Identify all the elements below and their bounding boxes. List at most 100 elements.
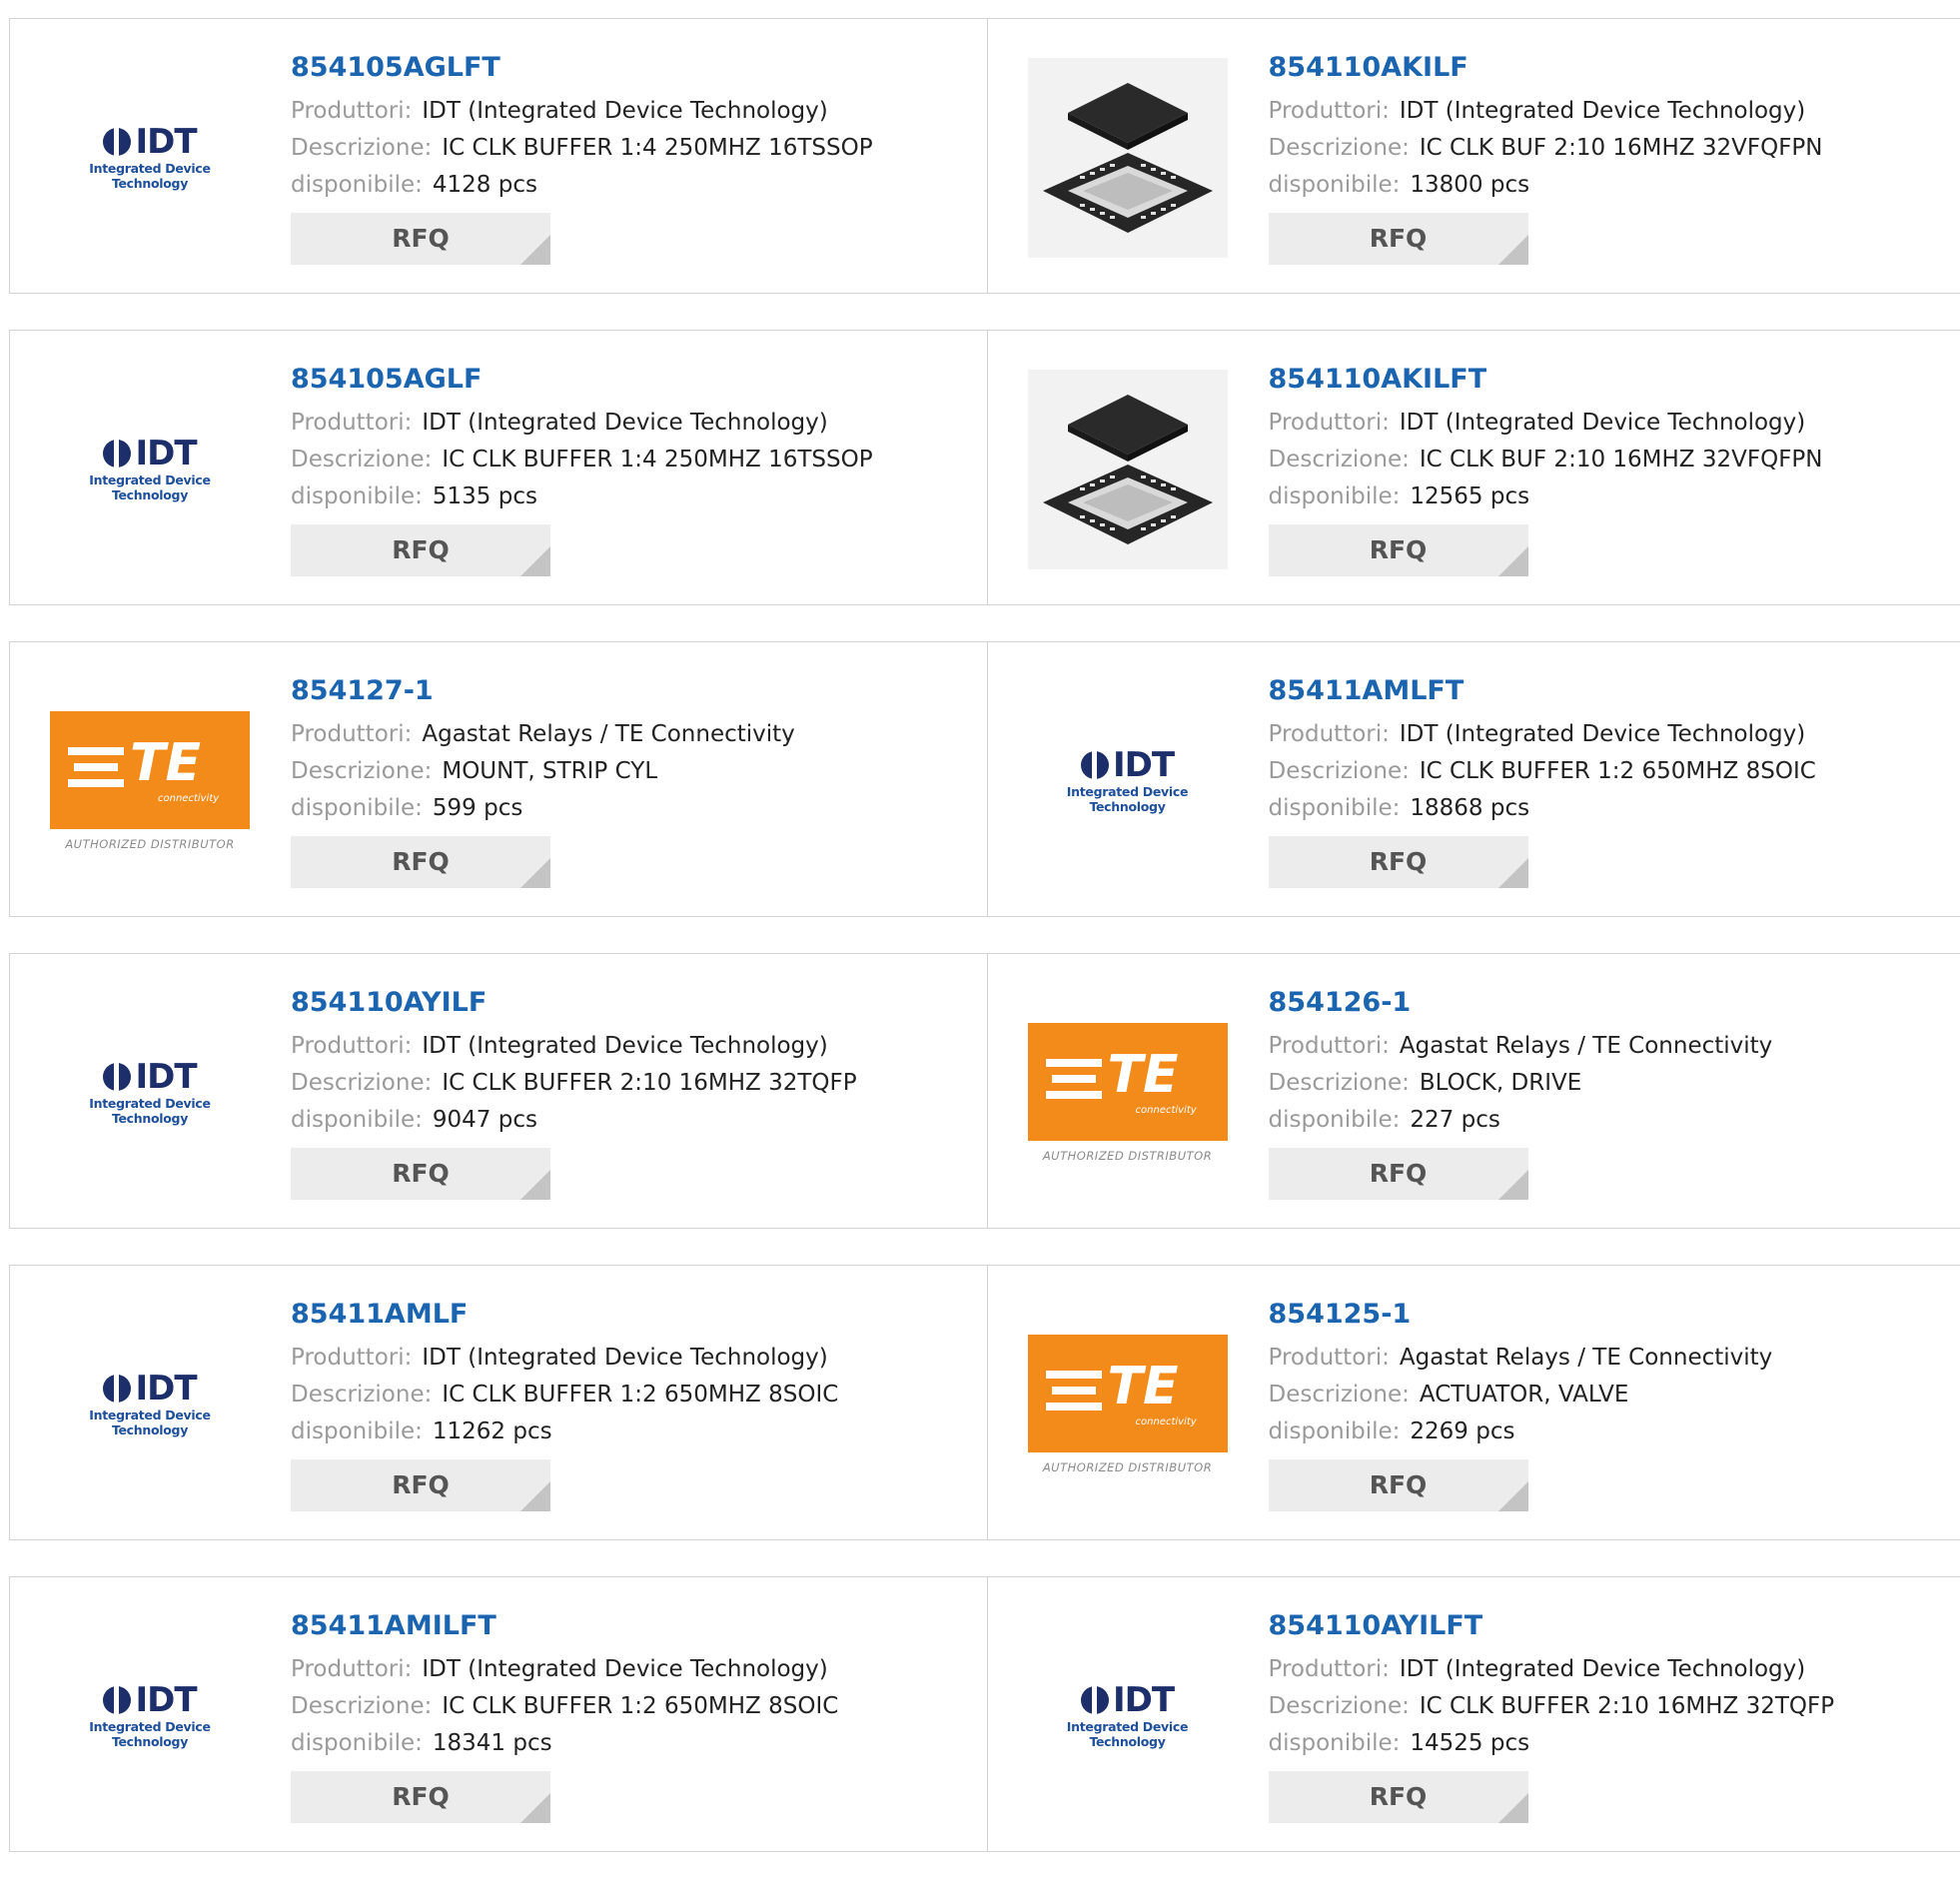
- idt-logo-word: IDT: [135, 1683, 196, 1717]
- product-card: IDT Integrated Device Technology 85411AM…: [987, 642, 1960, 916]
- description-label: Descrizione:: [291, 758, 432, 784]
- te-logo-sub: connectivity: [158, 793, 219, 804]
- product-thumbnail[interactable]: [1028, 370, 1228, 569]
- authorized-distributor-text: AUTHORIZED DISTRIBUTOR: [1028, 1460, 1228, 1474]
- product-info: 85411AMILFT Produttori:IDT (Integrated D…: [291, 1607, 838, 1823]
- product-info: 854110AKILFT Produttori:IDT (Integrated …: [1269, 361, 1823, 576]
- product-thumbnail[interactable]: IDT Integrated Device Technology: [50, 370, 250, 569]
- description-row: Descrizione: MOUNT, STRIP CYL: [291, 753, 795, 790]
- idt-logo-word: IDT: [135, 437, 196, 471]
- idt-logo-tagline: Integrated Device Technology: [1028, 1719, 1228, 1749]
- rfq-button[interactable]: RFQ: [1269, 1148, 1528, 1200]
- part-number-link[interactable]: 854105AGLF: [291, 361, 873, 399]
- description-value: ACTUATOR, VALVE: [1420, 1382, 1629, 1408]
- rfq-label: RFQ: [1370, 847, 1428, 876]
- rfq-corner-decoration: [520, 546, 550, 576]
- manufacturer-label: Produttori:: [291, 410, 412, 436]
- part-number-link[interactable]: 85411AMLFT: [1269, 672, 1816, 710]
- rfq-corner-decoration: [520, 1481, 550, 1511]
- description-row: Descrizione:IC CLK BUFFER 1:2 650MHZ 8SO…: [291, 1377, 838, 1414]
- rfq-button[interactable]: RFQ: [291, 524, 550, 576]
- stock-row: disponibile:18341 pcs: [291, 1725, 838, 1762]
- rfq-button[interactable]: RFQ: [1269, 836, 1528, 888]
- product-thumbnail[interactable]: IDT Integrated Device Technology: [1028, 681, 1228, 881]
- part-number-link[interactable]: 85411AMLF: [291, 1296, 838, 1334]
- rfq-label: RFQ: [1370, 1782, 1428, 1811]
- stock-row: disponibile:5135 pcs: [291, 478, 873, 515]
- manufacturer-label: Produttori:: [291, 721, 412, 747]
- stock-row: disponibile:227 pcs: [1269, 1102, 1773, 1139]
- stock-label: disponibile:: [291, 1418, 423, 1444]
- description-row: Descrizione:BLOCK, DRIVE: [1269, 1065, 1773, 1102]
- description-value: IC CLK BUFFER 1:4 250MHZ 16TSSOP: [442, 447, 872, 472]
- rfq-corner-decoration: [520, 1793, 550, 1823]
- part-number-link[interactable]: 854110AYILFT: [1269, 1607, 1835, 1645]
- te-logo: TE connectivity AUTHORIZED DISTRIBUTOR: [50, 711, 250, 851]
- description-value: MOUNT, STRIP CYL: [442, 758, 657, 784]
- description-value: IC CLK BUF 2:10 16MHZ 32VFQFPN: [1420, 447, 1823, 472]
- manufacturer-value: IDT (Integrated Device Technology): [1400, 410, 1805, 436]
- description-label: Descrizione:: [1269, 1070, 1410, 1096]
- stock-value: 227 pcs: [1410, 1107, 1499, 1133]
- description-value: IC CLK BUFFER 2:10 16MHZ 32TQFP: [1420, 1693, 1834, 1719]
- manufacturer-label: Produttori:: [291, 1656, 412, 1682]
- idt-circle-icon: [103, 128, 131, 156]
- stock-value: 13800 pcs: [1410, 172, 1529, 198]
- stock-row: disponibile:11262 pcs: [291, 1414, 838, 1450]
- rfq-corner-decoration: [1498, 235, 1528, 265]
- description-row: Descrizione: IC CLK BUFFER 1:4 250MHZ 16T…: [291, 130, 873, 167]
- rfq-button[interactable]: RFQ: [291, 1148, 550, 1200]
- part-number-link[interactable]: 854105AGLFT: [291, 49, 873, 87]
- product-row: TE connectivity AUTHORIZED DISTRIBUTOR 8…: [9, 641, 1960, 917]
- manufacturer-value: Agastat Relays / TE Connectivity: [422, 721, 794, 747]
- rfq-button[interactable]: RFQ: [291, 836, 550, 888]
- te-logo-word: TE: [130, 737, 201, 789]
- te-logo-box: TE connectivity: [1028, 1023, 1228, 1141]
- product-thumbnail[interactable]: IDT Integrated Device Technology: [1028, 1616, 1228, 1816]
- part-number-link[interactable]: 854125-1: [1269, 1296, 1773, 1334]
- stock-row: disponibile:18868 pcs: [1269, 790, 1816, 827]
- manufacturer-row: Produttori:IDT (Integrated Device Techno…: [291, 1028, 857, 1065]
- description-label: Descrizione:: [291, 135, 432, 161]
- stock-label: disponibile:: [1269, 1730, 1401, 1756]
- rfq-corner-decoration: [1498, 1170, 1528, 1200]
- rfq-button[interactable]: RFQ: [291, 1459, 550, 1511]
- qfn-chip-icon: [1028, 58, 1228, 258]
- rfq-button[interactable]: RFQ: [1269, 524, 1528, 576]
- rfq-label: RFQ: [1370, 224, 1428, 253]
- part-number-link[interactable]: 854126-1: [1269, 984, 1773, 1022]
- rfq-label: RFQ: [392, 535, 450, 564]
- product-thumbnail[interactable]: IDT Integrated Device Technology: [50, 58, 250, 258]
- manufacturer-value: IDT (Integrated Device Technology): [422, 1033, 827, 1059]
- part-number-link[interactable]: 854110AKILFT: [1269, 361, 1823, 399]
- description-value: IC CLK BUFFER 1:4 250MHZ 16TSSOP: [442, 135, 872, 161]
- part-number-link[interactable]: 854127-1: [291, 672, 795, 710]
- product-thumbnail[interactable]: [1028, 58, 1228, 258]
- product-card: IDT Integrated Device Technology 854110A…: [10, 954, 987, 1228]
- rfq-button[interactable]: RFQ: [291, 213, 550, 265]
- description-row: Descrizione:IC CLK BUFFER 2:10 16MHZ 32T…: [291, 1065, 857, 1102]
- manufacturer-row: Produttori:Agastat Relays / TE Connectiv…: [1269, 1340, 1773, 1377]
- stock-label: disponibile:: [291, 1730, 423, 1756]
- product-thumbnail[interactable]: IDT Integrated Device Technology: [50, 993, 250, 1193]
- manufacturer-row: Produttori:IDT (Integrated Device Techno…: [1269, 405, 1823, 442]
- product-thumbnail[interactable]: TE connectivity AUTHORIZED DISTRIBUTOR: [1028, 993, 1228, 1193]
- rfq-button[interactable]: RFQ: [1269, 213, 1528, 265]
- product-card: IDT Integrated Device Technology 854110A…: [987, 1577, 1960, 1851]
- stock-row: disponibile:14525 pcs: [1269, 1725, 1835, 1762]
- part-number-link[interactable]: 854110AKILF: [1269, 49, 1823, 87]
- part-number-link[interactable]: 854110AYILF: [291, 984, 857, 1022]
- stock-label: disponibile:: [291, 483, 423, 509]
- rfq-button[interactable]: RFQ: [1269, 1771, 1528, 1823]
- stock-label: disponibile:: [1269, 172, 1401, 198]
- product-thumbnail[interactable]: IDT Integrated Device Technology: [50, 1305, 250, 1504]
- part-number-link[interactable]: 85411AMILFT: [291, 1607, 838, 1645]
- te-logo-sub: connectivity: [1136, 1105, 1197, 1116]
- product-thumbnail[interactable]: IDT Integrated Device Technology: [50, 1616, 250, 1816]
- product-thumbnail[interactable]: TE connectivity AUTHORIZED DISTRIBUTOR: [50, 681, 250, 881]
- product-card: IDT Integrated Device Technology 85411AM…: [10, 1266, 987, 1539]
- product-info: 854127-1 Produttori: Agastat Relays / TE …: [291, 672, 795, 888]
- rfq-button[interactable]: RFQ: [1269, 1459, 1528, 1511]
- product-thumbnail[interactable]: TE connectivity AUTHORIZED DISTRIBUTOR: [1028, 1305, 1228, 1504]
- rfq-button[interactable]: RFQ: [291, 1771, 550, 1823]
